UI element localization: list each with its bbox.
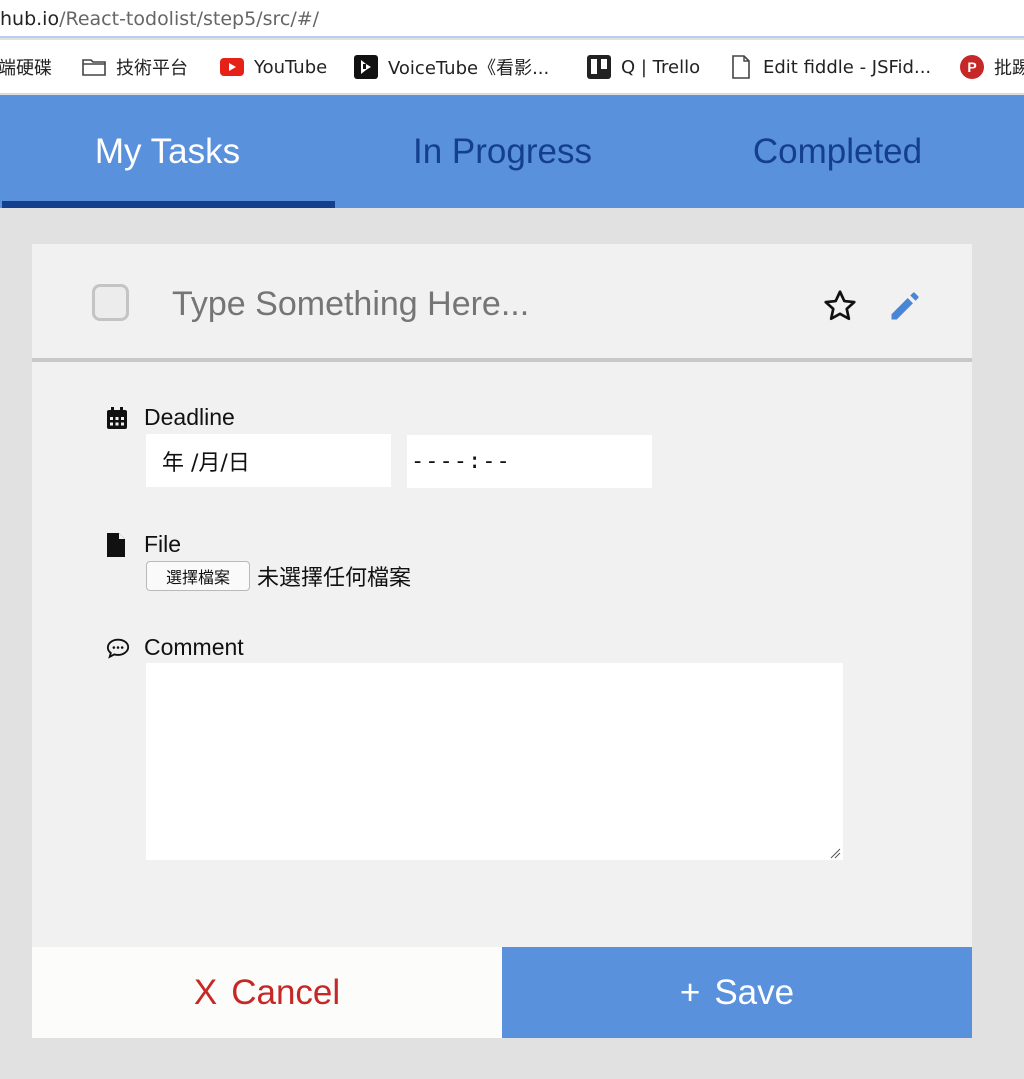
save-button[interactable]: + Save (502, 947, 972, 1038)
deadline-time-input[interactable]: ----:-- (407, 435, 652, 488)
file-section-label: File (106, 531, 181, 558)
bookmark-label: 批踢 (994, 58, 1024, 79)
youtube-icon (220, 55, 244, 79)
plus-icon: + (679, 972, 701, 1012)
bookmark-ptt[interactable]: P 批踢 (960, 54, 1024, 80)
deadline-label: Deadline (144, 404, 235, 430)
comment-icon (106, 635, 130, 661)
bookmark-label: VoiceTube《看影... (388, 58, 550, 79)
task-title-input[interactable] (172, 274, 772, 334)
bookmark-label: Q | Trello (621, 56, 701, 78)
bookmark-trello[interactable]: Q | Trello (587, 54, 700, 80)
tab-completed[interactable]: Completed (670, 95, 1005, 208)
task-editor-card: Deadline 年 /月/日 ----:-- File 選擇檔案 未選擇任何檔… (32, 244, 972, 1038)
calendar-icon (106, 405, 130, 431)
resize-grip-icon[interactable] (829, 846, 841, 859)
bookmark-label: 端硬碟 (0, 58, 52, 79)
bookmark-cloud-drive[interactable]: 端硬碟 (0, 54, 52, 80)
url-path: /React-todolist/step5/src/#/ (59, 8, 320, 30)
task-header (32, 244, 972, 362)
page-icon (729, 55, 753, 79)
save-label: Save (714, 972, 795, 1012)
url-text[interactable]: hub.io/React-todolist/step5/src/#/ (0, 8, 319, 30)
folder-icon (82, 55, 106, 79)
file-label: File (144, 531, 182, 557)
cancel-label: Cancel (231, 972, 341, 1012)
ptt-icon: P (960, 55, 984, 79)
task-done-checkbox[interactable] (92, 284, 129, 321)
pencil-icon[interactable] (887, 288, 923, 324)
file-status-text: 未選擇任何檔案 (257, 566, 412, 591)
file-icon (106, 532, 130, 558)
deadline-date-input[interactable]: 年 /月/日 (146, 434, 391, 487)
bookmark-tech-platform[interactable]: 技術平台 (82, 54, 188, 80)
bookmark-voicetube[interactable]: VoiceTube《看影... (354, 54, 549, 80)
bookmark-jsfiddle[interactable]: Edit fiddle - JSFid... (729, 54, 931, 80)
comment-textarea[interactable] (146, 663, 843, 860)
comment-label: Comment (144, 634, 244, 660)
bookmark-label: Edit fiddle - JSFid... (763, 56, 932, 78)
choose-file-button[interactable]: 選擇檔案 (146, 561, 250, 591)
bookmark-youtube[interactable]: YouTube (220, 54, 327, 80)
tab-bar: My Tasks In Progress Completed (0, 95, 1024, 208)
address-bar[interactable]: hub.io/React-todolist/step5/src/#/ (0, 0, 1024, 38)
star-icon[interactable] (822, 288, 858, 324)
trello-icon (587, 55, 611, 79)
deadline-section-label: Deadline (106, 404, 235, 431)
svg-text:P: P (967, 59, 976, 75)
cancel-x-icon: X (193, 972, 218, 1012)
url-host: hub.io (0, 8, 60, 30)
bookmark-label: YouTube (254, 56, 328, 78)
bookmarks-bar: 端硬碟 技術平台 YouTube VoiceTube《看影... Q | Tre… (0, 40, 1024, 94)
tab-in-progress[interactable]: In Progress (335, 95, 670, 208)
bookmark-label: 技術平台 (116, 58, 188, 79)
cancel-button[interactable]: X Cancel (32, 947, 502, 1038)
comment-section-label: Comment (106, 634, 244, 661)
voicetube-icon (354, 55, 378, 79)
tab-my-tasks[interactable]: My Tasks (0, 95, 335, 208)
